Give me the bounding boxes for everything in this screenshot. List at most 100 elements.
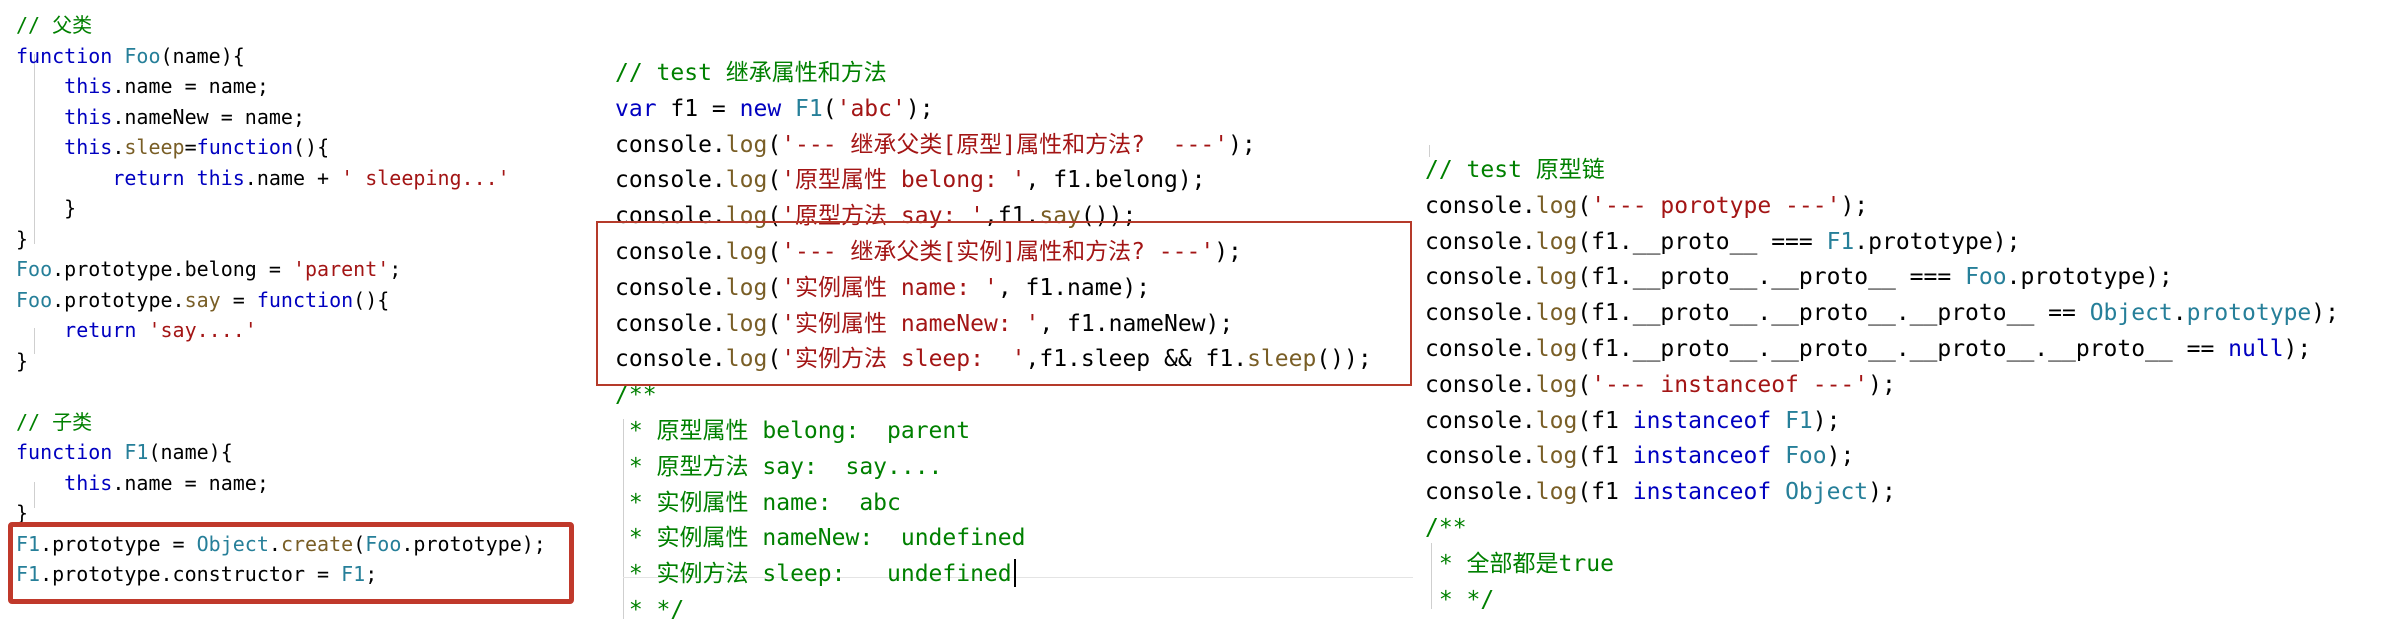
code-line[interactable]: // test 原型链 xyxy=(1425,153,1605,189)
code-token: /** xyxy=(615,382,657,409)
text-cursor xyxy=(1013,559,1016,588)
code-line[interactable]: * 全部都是true xyxy=(1425,547,1614,583)
code-line[interactable]: return 'say....' xyxy=(16,315,257,346)
code-token: instanceof xyxy=(1632,479,1772,506)
code-line[interactable]: var f1 = new F1('abc'); xyxy=(615,92,934,128)
code-token: (f1 xyxy=(1577,479,1633,506)
code-line[interactable]: console.log('--- 继承父类[原型]属性和方法? ---'); xyxy=(615,128,1256,164)
code-line[interactable]: * */ xyxy=(615,593,684,629)
code-token: console. xyxy=(1425,443,1536,470)
code-token: // test 原型链 xyxy=(1425,157,1605,183)
code-line[interactable]: console.log('原型属性 belong: ', f1.belong); xyxy=(615,163,1206,199)
code-token: .prototype.belong = xyxy=(52,257,293,281)
code-token: } xyxy=(16,226,29,251)
code-line[interactable]: // 父类 xyxy=(16,10,92,41)
code-token: * 实例属性 name: abc xyxy=(615,489,901,516)
code-token: ( xyxy=(822,95,837,122)
code-token: // test 继承属性和方法 xyxy=(615,60,887,86)
code-token: log xyxy=(1535,407,1578,434)
code-line[interactable]: console.log(f1.__proto__.__proto__.__pro… xyxy=(1425,332,2311,368)
code-line[interactable]: console.log(f1 instanceof Foo); xyxy=(1425,439,1854,475)
code-token: * 全部都是true xyxy=(1425,550,1614,577)
code-token: log xyxy=(1535,264,1578,291)
code-line[interactable]: // test 继承属性和方法 xyxy=(615,56,887,92)
code-line[interactable]: * */ xyxy=(1425,583,1494,619)
code-token: (f1.__proto__.__proto__ === xyxy=(1577,264,1966,291)
code-line[interactable]: } xyxy=(16,224,28,255)
code-token: .name + xyxy=(244,165,342,190)
code-token: instanceof xyxy=(1632,407,1772,434)
code-line[interactable]: } xyxy=(16,193,76,224)
code-line[interactable]: this.name = name; xyxy=(16,71,269,102)
code-token: ( xyxy=(1577,192,1592,219)
code-token: this xyxy=(196,165,245,190)
code-token: ); xyxy=(2283,336,2312,362)
code-line[interactable]: function Foo(name){ xyxy=(16,41,245,72)
code-line[interactable]: } xyxy=(16,346,28,377)
code-token: (name){ xyxy=(148,440,233,464)
code-token: Foo xyxy=(16,257,53,281)
code-token: return xyxy=(64,318,137,342)
code-token: Object xyxy=(1785,479,1869,506)
code-token: this xyxy=(64,104,113,129)
code-token: } xyxy=(16,196,77,220)
code-line[interactable]: * 原型属性 belong: parent xyxy=(615,414,970,450)
code-token: * 原型方法 say: say.... xyxy=(615,453,943,480)
code-token: Foo xyxy=(1785,443,1827,470)
code-token: new xyxy=(739,95,782,122)
code-token: ); xyxy=(1228,131,1256,158)
code-token: ); xyxy=(1826,443,1855,470)
code-line[interactable]: * 实例属性 name: abc xyxy=(615,486,901,522)
code-line[interactable]: console.log(f1.__proto__.__proto__ === F… xyxy=(1425,260,2173,296)
code-token: 'say....' xyxy=(148,318,257,342)
code-token: // 子类 xyxy=(16,409,93,434)
code-token: log xyxy=(1535,336,1578,362)
code-token: console. xyxy=(1425,192,1536,219)
code-line[interactable]: this.name = name; xyxy=(16,468,269,499)
code-line[interactable]: * 原型方法 say: say.... xyxy=(615,450,943,486)
code-line[interactable]: this.nameNew = name; xyxy=(16,102,305,133)
code-token: Foo xyxy=(124,43,161,68)
code-line[interactable]: * 实例方法 sleep: undefined xyxy=(615,557,1016,593)
code-line[interactable]: console.log(f1.__proto__ === F1.prototyp… xyxy=(1425,225,2020,261)
code-token: console. xyxy=(1425,228,1536,255)
code-token: ); xyxy=(905,95,934,122)
code-line[interactable]: console.log(f1 instanceof F1); xyxy=(1425,404,1840,440)
code-line[interactable]: this.sleep=function(){ xyxy=(16,132,329,163)
code-token: ( xyxy=(1577,371,1592,398)
code-token: . xyxy=(112,135,125,159)
code-line[interactable]: * 实例属性 nameNew: undefined xyxy=(615,521,1026,557)
code-token: F1 xyxy=(795,95,823,122)
highlight-box-prototype-assignment xyxy=(8,522,574,604)
code-line[interactable]: /** xyxy=(1425,511,1467,547)
code-token: = xyxy=(184,135,197,159)
code-line[interactable]: console.log(f1 instanceof Object); xyxy=(1425,475,1896,511)
code-line[interactable]: console.log('--- instanceof ---'); xyxy=(1425,368,1896,404)
code-token: console. xyxy=(1425,336,1536,362)
code-line[interactable]: Foo.prototype.say = function(){ xyxy=(16,285,389,316)
code-token: (){ xyxy=(292,135,330,159)
code-token: log xyxy=(725,167,768,194)
code-line[interactable]: console.log('--- porotype ---'); xyxy=(1425,189,1868,225)
code-panel-parent-child-classes[interactable]: // 父类 function Foo(name){ this.name = nam… xyxy=(16,10,596,600)
code-token: ); xyxy=(1840,192,1869,219)
code-line[interactable]: // 子类 xyxy=(16,407,92,438)
code-line[interactable]: Foo.prototype.belong = 'parent'; xyxy=(16,254,401,285)
code-panel-prototype-chain-test[interactable]: // test 原型链 console.log('--- porotype ---… xyxy=(1425,145,2385,623)
highlight-box-instance-section xyxy=(596,221,1412,386)
code-token: '--- instanceof ---' xyxy=(1591,371,1869,398)
code-line[interactable]: return this.name + ' sleeping...' xyxy=(16,163,509,194)
code-line[interactable]: function F1(name){ xyxy=(16,437,233,468)
code-token: return xyxy=(112,165,185,190)
code-token: F1 xyxy=(124,440,149,464)
code-line[interactable]: console.log(f1.__proto__.__proto__.__pro… xyxy=(1425,296,2339,332)
